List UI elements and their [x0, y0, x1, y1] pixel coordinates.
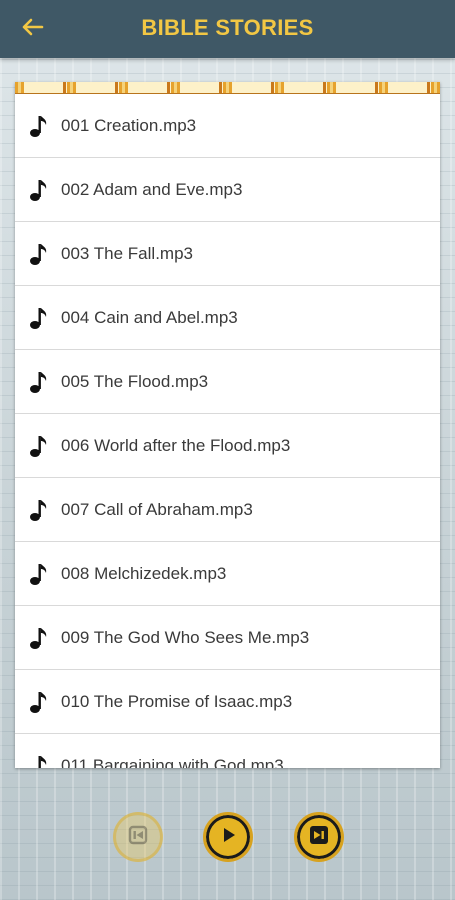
track-name: 007 Call of Abraham.mp3 [61, 499, 253, 519]
play-icon [217, 824, 239, 851]
track-name: 006 World after the Flood.mp3 [61, 435, 291, 455]
music-note-icon [15, 690, 61, 714]
page-title: BIBLE STORIES [141, 15, 314, 40]
track-list-panel[interactable]: 001 Creation.mp3 002 Adam and Eve.mp3 00… [15, 82, 440, 768]
track-item[interactable]: 005 The Flood.mp3 [15, 350, 440, 414]
next-button[interactable] [294, 812, 344, 862]
player-controls [0, 812, 455, 868]
music-note-icon [15, 562, 61, 586]
track-name: 001 Creation.mp3 [61, 115, 197, 135]
previous-button[interactable] [113, 812, 163, 862]
track-item[interactable]: 002 Adam and Eve.mp3 [15, 158, 440, 222]
track-name: 002 Adam and Eve.mp3 [61, 179, 243, 199]
music-note-icon [15, 626, 61, 650]
music-note-icon [15, 178, 61, 202]
music-note-icon [15, 498, 61, 522]
skip-previous-icon [127, 824, 149, 851]
track-item[interactable]: 007 Call of Abraham.mp3 [15, 478, 440, 542]
track-item[interactable]: 004 Cain and Abel.mp3 [15, 286, 440, 350]
track-name: 008 Melchizedek.mp3 [61, 563, 227, 583]
music-note-icon [15, 434, 61, 458]
track-list[interactable]: 001 Creation.mp3 002 Adam and Eve.mp3 00… [15, 94, 440, 768]
track-name: 009 The God Who Sees Me.mp3 [61, 627, 310, 647]
music-note-icon [15, 306, 61, 330]
music-note-icon [15, 754, 61, 768]
decorative-border [15, 82, 440, 94]
track-item[interactable]: 003 The Fall.mp3 [15, 222, 440, 286]
track-name: 005 The Flood.mp3 [61, 371, 209, 391]
app-bar: BIBLE STORIES [0, 0, 455, 58]
track-item[interactable]: 008 Melchizedek.mp3 [15, 542, 440, 606]
track-name: 003 The Fall.mp3 [61, 243, 193, 263]
track-name: 011 Bargaining with God.mp3 [61, 755, 284, 769]
track-name: 004 Cain and Abel.mp3 [61, 307, 238, 327]
track-item[interactable]: 011 Bargaining with God.mp3 [15, 734, 440, 768]
music-note-icon [15, 370, 61, 394]
music-note-icon [15, 114, 61, 138]
skip-next-icon [308, 824, 330, 851]
track-item[interactable]: 006 World after the Flood.mp3 [15, 414, 440, 478]
track-item[interactable]: 001 Creation.mp3 [15, 94, 440, 158]
play-button[interactable] [203, 812, 253, 862]
track-name: 010 The Promise of Isaac.mp3 [61, 691, 293, 711]
track-item[interactable]: 009 The God Who Sees Me.mp3 [15, 606, 440, 670]
music-note-icon [15, 242, 61, 266]
track-item[interactable]: 010 The Promise of Isaac.mp3 [15, 670, 440, 734]
